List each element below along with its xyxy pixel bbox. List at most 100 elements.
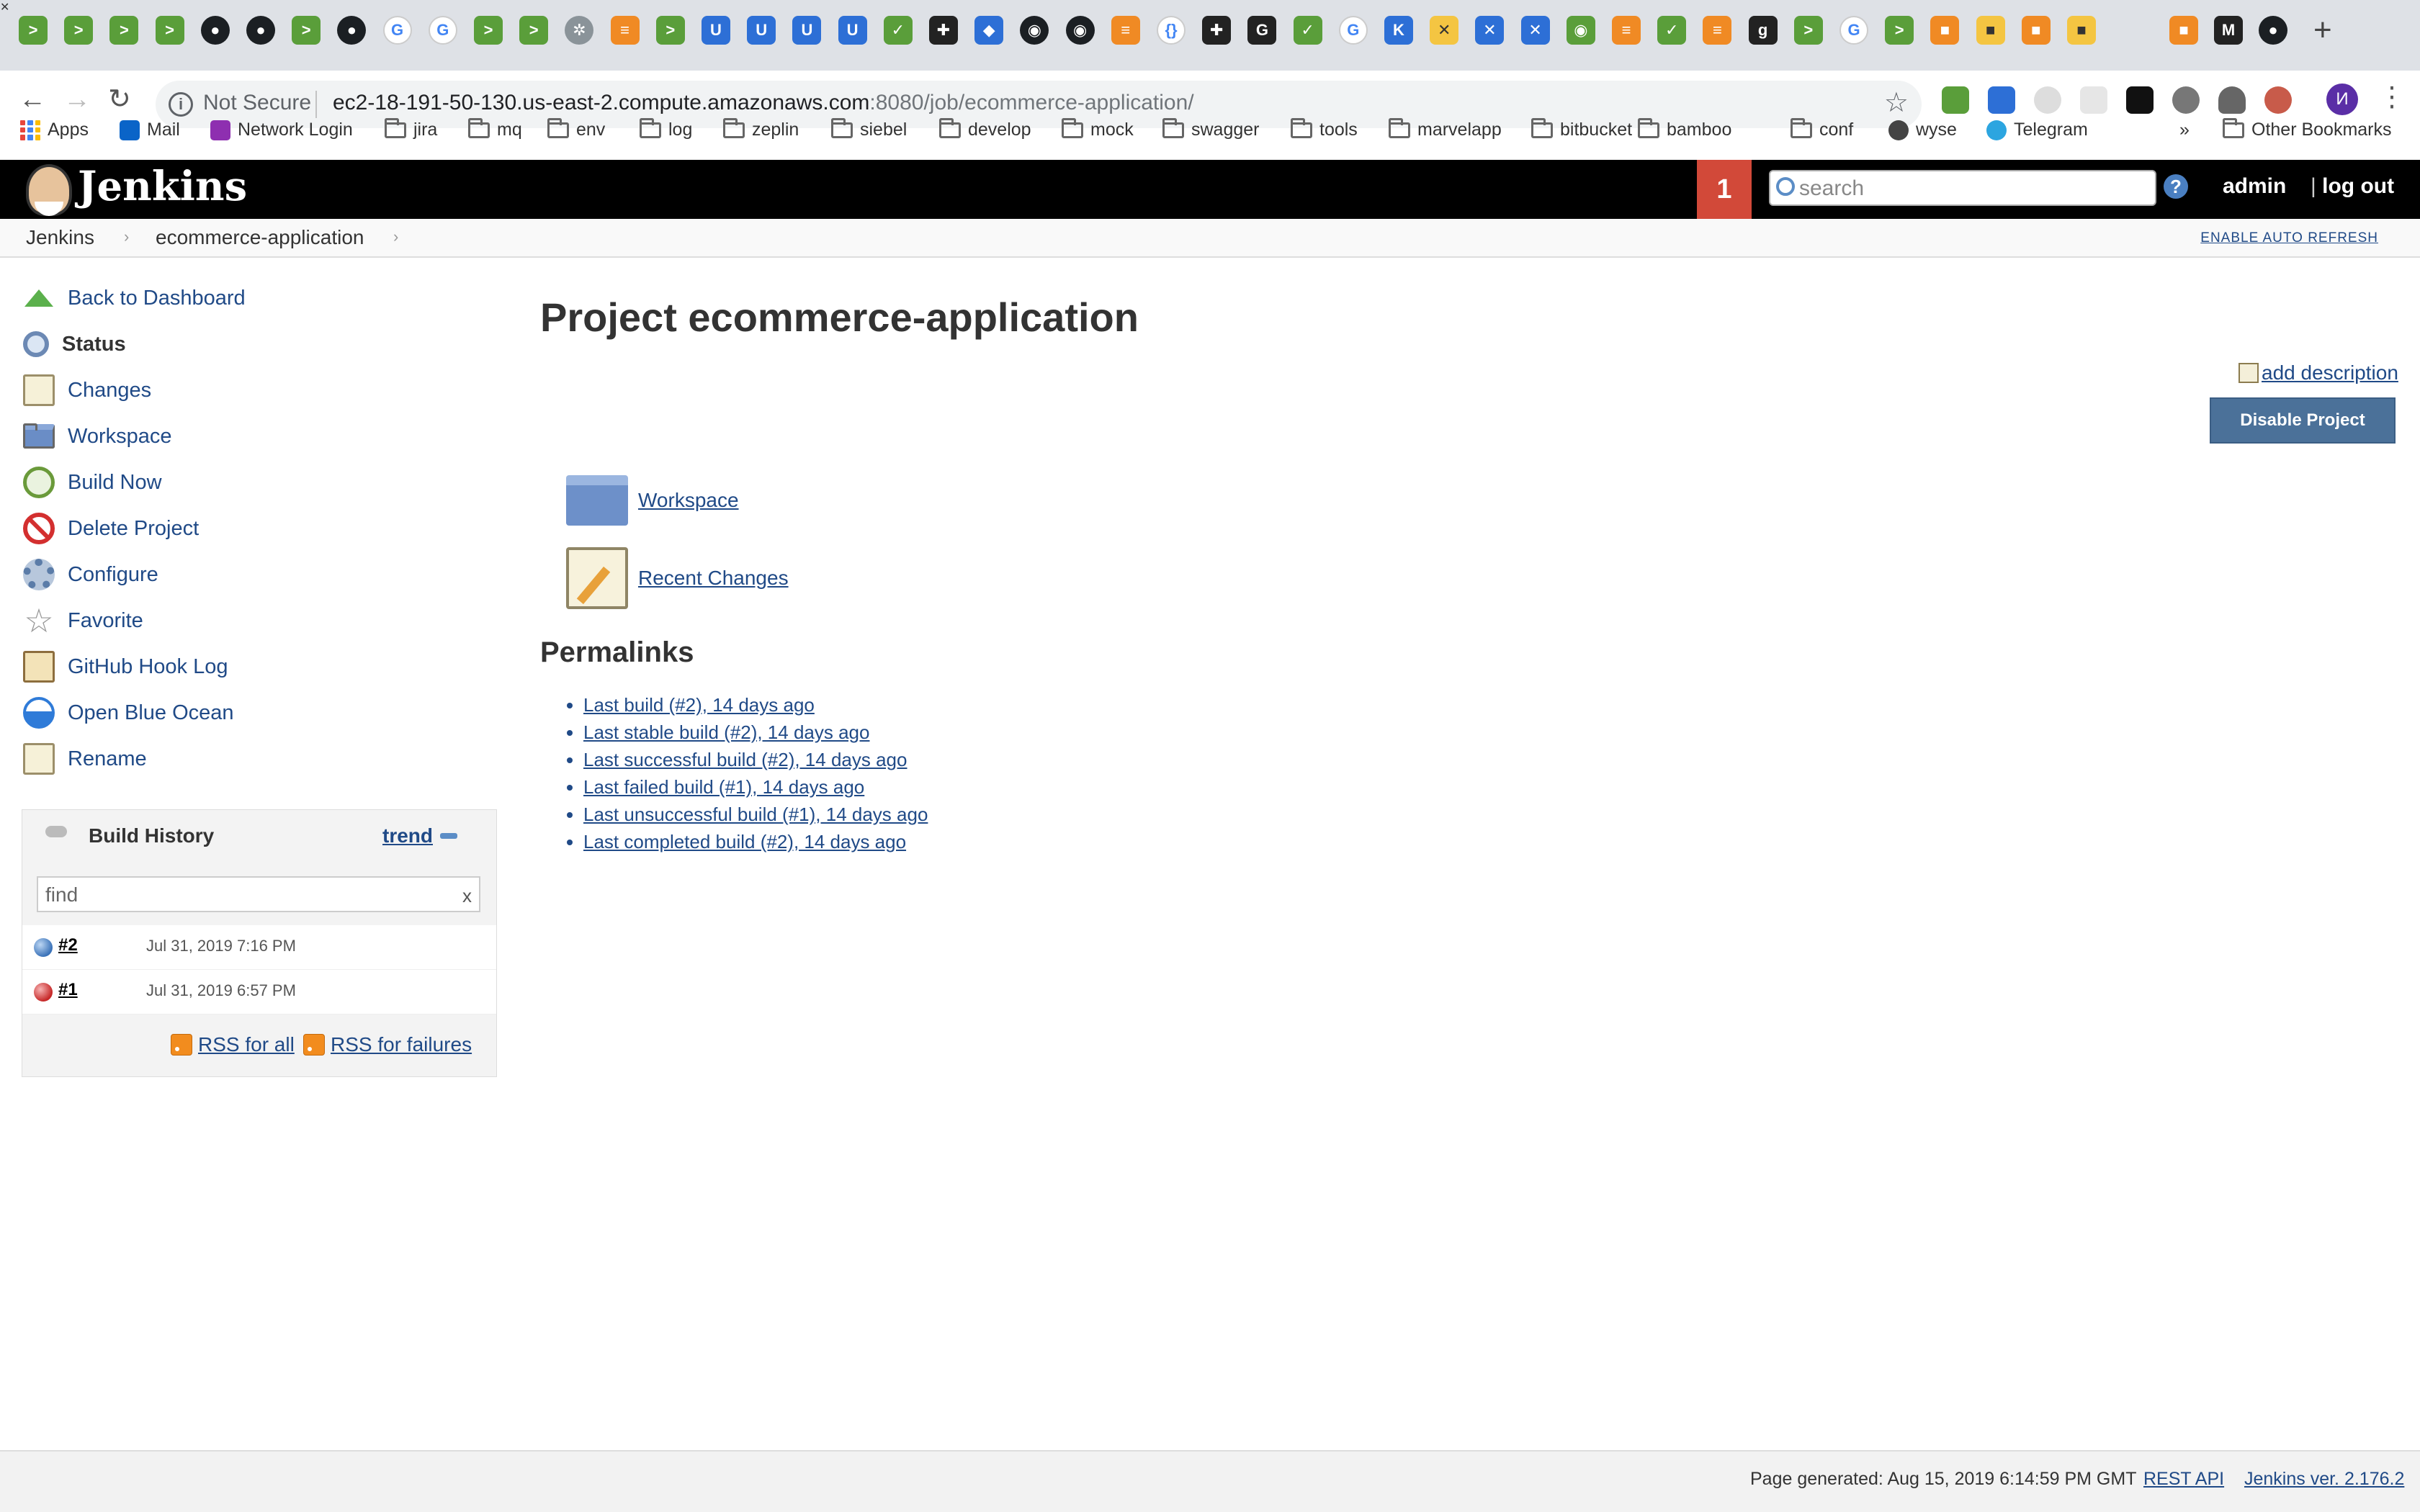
- breadcrumb-chevron-icon[interactable]: ›: [393, 228, 398, 246]
- sidebar-item-github-hook-log[interactable]: GitHub Hook Log: [23, 645, 228, 688]
- recent-changes-link[interactable]: Recent Changes: [566, 547, 789, 609]
- bookmark-swagger[interactable]: swagger: [1162, 117, 1260, 140]
- jenkins-icon[interactable]: >: [655, 16, 685, 45]
- enable-auto-refresh-link[interactable]: ENABLE AUTO REFRESH: [2200, 230, 2378, 246]
- extension-icon[interactable]: [2034, 86, 2061, 114]
- close-box-icon[interactable]: ✕: [1430, 16, 1459, 45]
- forward-arrow-icon[interactable]: →: [63, 85, 91, 114]
- permalink[interactable]: Last failed build (#1), 14 days ago: [583, 776, 864, 798]
- github-icon[interactable]: ●: [200, 16, 230, 45]
- add-description-link[interactable]: add description: [2238, 361, 2398, 384]
- sidebar-item-delete-project[interactable]: Delete Project: [23, 507, 199, 550]
- download-icon[interactable]: [1988, 86, 2015, 114]
- tool-icon[interactable]: ✚: [1202, 16, 1232, 45]
- spring-icon[interactable]: ✓: [1293, 16, 1322, 45]
- bookmark-wyse[interactable]: wyse: [1888, 120, 1957, 140]
- google-icon[interactable]: G: [382, 16, 412, 45]
- jenkins-brand[interactable]: Jenkins: [78, 163, 247, 210]
- rss-all-link[interactable]: RSS for all: [171, 1033, 295, 1056]
- g-icon[interactable]: g: [1748, 16, 1778, 45]
- build-number-link[interactable]: #1: [58, 980, 78, 1000]
- permalink[interactable]: Last stable build (#2), 14 days ago: [583, 721, 869, 743]
- jetbrains-icon[interactable]: [2126, 86, 2154, 114]
- bookmark-env[interactable]: env: [547, 117, 605, 140]
- workspace-link[interactable]: Workspace: [566, 475, 739, 526]
- stackoverflow-icon[interactable]: ≡: [1703, 16, 1732, 45]
- permalink[interactable]: Last successful build (#2), 14 days ago: [583, 749, 907, 770]
- jenkins-version-link[interactable]: Jenkins ver. 2.176.2: [2244, 1469, 2404, 1490]
- confluence-icon[interactable]: ✕: [1520, 16, 1550, 45]
- other-bookmarks[interactable]: Other Bookmarks: [2223, 117, 2392, 140]
- jenkins-icon[interactable]: >: [155, 16, 184, 45]
- build-date[interactable]: Jul 31, 2019 6:57 PM: [146, 981, 296, 1000]
- rss-failures-link[interactable]: RSS for failures: [303, 1033, 472, 1056]
- extension-icon[interactable]: [2080, 86, 2107, 114]
- reload-icon[interactable]: ↻: [108, 85, 131, 114]
- jenkins-logo-icon[interactable]: [26, 164, 72, 216]
- github-icon[interactable]: ●: [2259, 16, 2287, 45]
- breadcrumb-item-jenkins[interactable]: Jenkins: [26, 226, 94, 249]
- sidebar-item-back-to-dashboard[interactable]: Back to Dashboard: [23, 276, 246, 320]
- extension-icon[interactable]: [2218, 86, 2246, 114]
- spring-icon[interactable]: ◉: [1566, 16, 1595, 45]
- help-icon[interactable]: ?: [2164, 174, 2188, 199]
- breadcrumb-chevron-icon[interactable]: ›: [124, 228, 129, 246]
- build-number-link[interactable]: #2: [58, 935, 78, 955]
- back-arrow-icon[interactable]: ←: [19, 85, 46, 114]
- new-tab-button[interactable]: +: [2313, 14, 2332, 46]
- spring-icon[interactable]: ✓: [1657, 16, 1687, 45]
- disable-project-button[interactable]: Disable Project: [2210, 397, 2396, 444]
- bitwarden-icon[interactable]: ◆: [974, 16, 1004, 45]
- package-icon[interactable]: ■: [1930, 16, 1960, 45]
- spring-icon[interactable]: ✓: [883, 16, 913, 45]
- stackoverflow-icon[interactable]: ≡: [1612, 16, 1641, 45]
- bookmark-mq[interactable]: mq: [468, 117, 522, 140]
- g-icon[interactable]: G: [1247, 16, 1277, 45]
- bookmark-jira[interactable]: jira: [385, 117, 437, 140]
- jenkins-icon[interactable]: >: [1885, 16, 1914, 45]
- logout-link[interactable]: log out: [2311, 174, 2394, 199]
- menu-kebab-icon[interactable]: ⋮: [2378, 81, 2406, 113]
- package-icon[interactable]: ■: [2169, 16, 2198, 45]
- confluence-icon[interactable]: U: [792, 16, 822, 45]
- extension-icon[interactable]: [1942, 86, 1969, 114]
- jenkins-icon[interactable]: >: [19, 16, 48, 45]
- sidebar-item-workspace[interactable]: Workspace: [23, 415, 172, 458]
- extension-icon[interactable]: [2172, 86, 2200, 114]
- bookmark-network-login[interactable]: Network Login: [210, 120, 353, 140]
- package-icon[interactable]: ■: [2067, 16, 2096, 45]
- confluence-icon[interactable]: U: [838, 16, 867, 45]
- extension-icon[interactable]: [2264, 86, 2292, 114]
- settings-icon[interactable]: ✲: [565, 16, 594, 45]
- confluence-icon[interactable]: ✕: [1475, 16, 1505, 45]
- jenkins-icon[interactable]: >: [292, 16, 321, 45]
- bookmarks-overflow-icon[interactable]: »: [2179, 120, 2190, 140]
- globe-icon[interactable]: ◉: [1020, 16, 1049, 45]
- bookmark-zeplin[interactable]: zeplin: [723, 117, 799, 140]
- stackoverflow-icon[interactable]: ≡: [610, 16, 640, 45]
- trend-link[interactable]: trend: [382, 824, 433, 847]
- jenkins-icon[interactable]: >: [1793, 16, 1823, 45]
- build-filter-input[interactable]: [45, 882, 449, 908]
- bookmark-apps[interactable]: Apps: [20, 120, 89, 140]
- sidebar-item-build-now[interactable]: Build Now: [23, 461, 162, 504]
- sidebar-item-rename[interactable]: Rename: [23, 737, 147, 780]
- package-icon[interactable]: ■: [2021, 16, 2051, 45]
- google-icon[interactable]: G: [428, 16, 457, 45]
- bookmark-develop[interactable]: develop: [939, 117, 1031, 140]
- confluence-icon[interactable]: U: [747, 16, 776, 45]
- bookmark-telegram[interactable]: Telegram: [1986, 120, 2088, 140]
- user-link[interactable]: admin: [2223, 174, 2286, 199]
- bookmark-marvelapp[interactable]: marvelapp: [1389, 117, 1502, 140]
- permalink[interactable]: Last build (#2), 14 days ago: [583, 694, 815, 716]
- kotlin-icon[interactable]: K: [1384, 16, 1413, 45]
- bookmark-mock[interactable]: mock: [1062, 117, 1134, 140]
- jenkins-icon[interactable]: >: [474, 16, 503, 45]
- sidebar-item-changes[interactable]: Changes: [23, 369, 151, 412]
- tool-icon[interactable]: ✚: [929, 16, 958, 45]
- package-icon[interactable]: ■: [1976, 16, 2005, 45]
- github-icon[interactable]: ●: [246, 16, 275, 45]
- bookmark-mail[interactable]: Mail: [120, 120, 180, 140]
- bookmark-log[interactable]: log: [640, 117, 692, 140]
- notification-badge[interactable]: 1: [1697, 160, 1752, 219]
